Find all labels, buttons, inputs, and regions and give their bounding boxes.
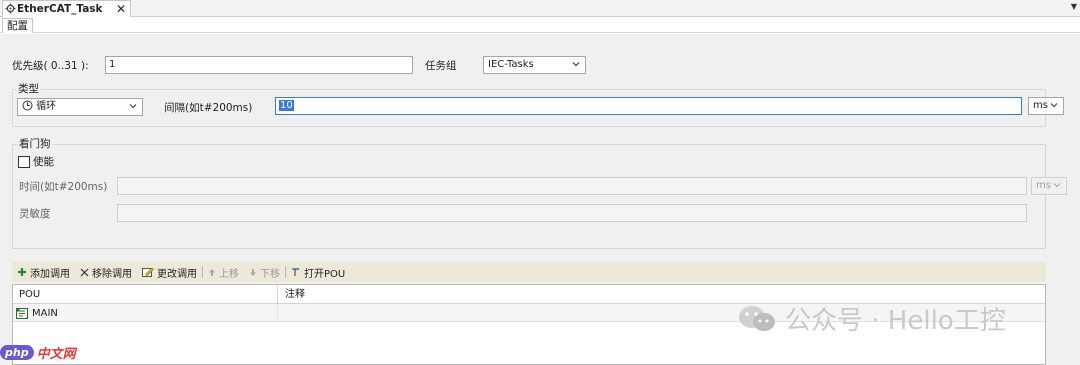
open-pou-button[interactable]: 打开POU: [286, 265, 350, 280]
watchdog-unit-select[interactable]: ms: [1031, 177, 1067, 195]
tab-list-dropdown-icon[interactable]: ▼: [1071, 2, 1077, 11]
open-pou-label: 打开POU: [304, 268, 346, 280]
type-select[interactable]: 循环: [17, 98, 143, 116]
task-group-select[interactable]: IEC-Tasks: [483, 56, 586, 74]
close-tab-icon[interactable]: ✕: [116, 2, 126, 16]
open-pou-icon: [292, 267, 300, 276]
sensitivity-label: 灵敏度: [19, 208, 51, 220]
php-cn-logo: php 中文网: [0, 343, 76, 362]
move-down-button[interactable]: 下移: [244, 265, 285, 280]
move-up-label: 上移: [219, 268, 239, 280]
arrow-up-icon: [209, 268, 215, 276]
editor-tab-bar: [0, 0, 1080, 17]
change-call-button[interactable]: 更改调用: [137, 265, 202, 280]
chevron-down-icon: [1050, 103, 1058, 108]
watchdog-enable[interactable]: 使能: [18, 155, 54, 169]
watchdog-time-label: 时间(如t#200ms): [19, 181, 108, 193]
task-gear-icon: [5, 3, 16, 14]
plus-icon: [18, 268, 26, 276]
remove-call-label: 移除调用: [92, 268, 132, 280]
add-call-label: 添加调用: [30, 268, 70, 280]
priority-input[interactable]: 1: [105, 56, 413, 74]
remove-call-button[interactable]: 移除调用: [75, 265, 137, 280]
tab-config[interactable]: 配置: [2, 18, 33, 33]
move-up-button[interactable]: 上移: [203, 265, 244, 280]
program-icon: [16, 307, 28, 319]
watchdog-time-input[interactable]: [117, 177, 1027, 195]
interval-unit-select[interactable]: ms: [1028, 97, 1064, 115]
interval-input[interactable]: 10: [275, 97, 1022, 115]
subtab-bar: [0, 18, 1080, 33]
chevron-down-icon: [129, 104, 137, 109]
enable-checkbox[interactable]: [18, 156, 30, 168]
sensitivity-input[interactable]: [117, 204, 1027, 222]
interval-label: 间隔(如t#200ms): [164, 102, 253, 114]
change-call-label: 更改调用: [157, 268, 197, 280]
watermark: 公众号 · Hello工控: [737, 300, 1006, 337]
chevron-down-icon: [572, 62, 580, 67]
edit-icon: [142, 267, 154, 277]
type-group-title: 类型: [16, 83, 41, 95]
x-icon: [80, 268, 89, 276]
pou-name: MAIN: [32, 307, 58, 319]
enable-label: 使能: [33, 156, 54, 168]
column-header-pou[interactable]: POU: [13, 285, 278, 304]
editor-tab-ethercat-task[interactable]: EtherCAT_Task ✕: [2, 0, 131, 17]
task-group-label: 任务组: [425, 60, 457, 72]
chevron-down-icon: [1053, 183, 1061, 188]
task-group-value: IEC-Tasks: [488, 59, 534, 70]
wechat-icon: [739, 305, 775, 331]
pou-cell: MAIN: [13, 304, 278, 322]
type-value: 循环: [36, 101, 57, 112]
interval-unit-value: ms: [1033, 100, 1048, 111]
watermark-text: 公众号 · Hello工控: [785, 306, 1006, 336]
clock-icon: [22, 100, 33, 111]
add-call-button[interactable]: 添加调用: [12, 265, 75, 280]
editor-tab-title: EtherCAT_Task: [17, 3, 103, 15]
php-cn-text: 中文网: [36, 347, 76, 362]
priority-label: 优先级( 0..31 ):: [12, 60, 89, 72]
arrow-down-icon: [250, 268, 256, 276]
watchdog-group-title: 看门狗: [17, 138, 53, 150]
php-badge-text: php: [5, 346, 29, 359]
php-badge: php: [0, 345, 34, 360]
calls-toolbar: 添加调用 移除调用 更改调用 上移 下移 打开POU: [12, 262, 1046, 282]
watchdog-unit-value: ms: [1036, 180, 1051, 191]
interval-value: 10: [279, 100, 294, 111]
watchdog-group: [12, 144, 1046, 249]
move-down-label: 下移: [260, 268, 280, 280]
